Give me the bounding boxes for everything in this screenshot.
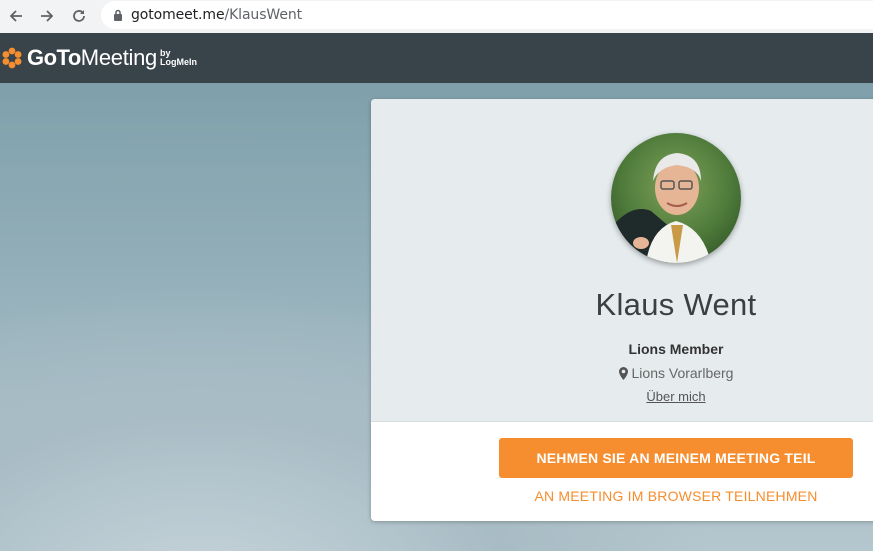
lock-icon	[113, 9, 123, 21]
arrow-right-icon	[41, 10, 54, 22]
about-me-link[interactable]: Über mich	[371, 389, 873, 404]
address-bar[interactable]: gotomeet.me/KlausWent	[101, 1, 873, 29]
join-meeting-button[interactable]: NEHMEN SIE AN MEINEM MEETING TEIL	[499, 438, 853, 478]
logo-by-logmein: by LogMeIn	[160, 49, 197, 67]
browser-toolbar: gotomeet.me/KlausWent	[0, 0, 873, 33]
profile-name: Klaus Went	[595, 287, 757, 322]
profile-location-text: Lions Vorarlberg	[631, 365, 734, 381]
app-header: GoTo Meeting by LogMeIn	[0, 33, 873, 83]
forward-button[interactable]	[35, 4, 59, 28]
profile-role: Lions Member	[628, 341, 724, 357]
gotomeeting-logo[interactable]: GoTo Meeting by LogMeIn	[0, 33, 197, 83]
flower-logo-icon	[2, 47, 22, 69]
avatar	[611, 133, 741, 263]
back-button[interactable]	[4, 4, 28, 28]
reload-icon	[73, 10, 85, 22]
logo-logmein-text: LogMeIn	[159, 57, 197, 67]
profile-location: Lions Vorarlberg	[371, 365, 873, 381]
logo-goto-text: GoTo	[27, 45, 81, 70]
join-in-browser-link[interactable]: AN MEETING IM BROWSER TEILNEHMEN	[371, 488, 873, 504]
arrow-left-icon	[9, 10, 22, 22]
reload-button[interactable]	[67, 4, 91, 28]
map-pin-icon	[618, 366, 628, 380]
url-text: gotomeet.me/KlausWent	[131, 7, 302, 23]
url-host: gotomeet.me	[131, 7, 225, 23]
url-path: /KlausWent	[224, 7, 303, 23]
profile-card: Klaus Went Lions Member Lions Vorarlberg…	[371, 99, 873, 521]
logo-meeting-text: Meeting	[80, 45, 157, 70]
